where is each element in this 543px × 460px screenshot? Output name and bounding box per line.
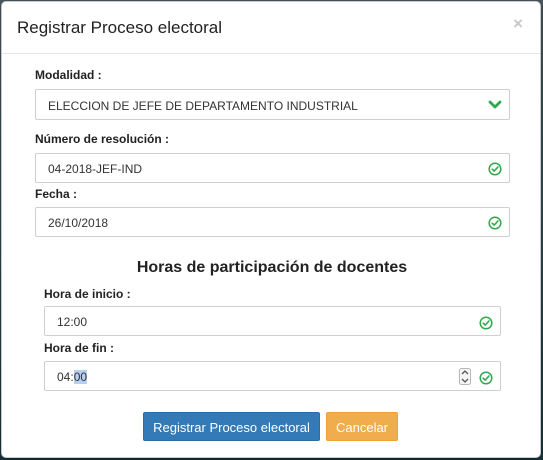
time-spinner-icon[interactable] [459, 368, 471, 385]
hora-inicio-input[interactable]: 12:00 [44, 306, 501, 336]
fecha-label: Fecha : [35, 187, 78, 201]
hora-fin-input[interactable]: 04:00 [44, 361, 501, 391]
register-process-button[interactable]: Registrar Proceso electoral [143, 412, 320, 441]
modalidad-label: Modalidad : [35, 68, 102, 82]
cancel-button[interactable]: Cancelar [326, 412, 398, 441]
fecha-value: 26/10/2018 [48, 216, 109, 230]
hora-fin-label: Hora de fin : [44, 341, 115, 355]
hora-inicio-value: 12:00 [57, 315, 88, 329]
hora-fin-minutes-selected: 00 [73, 370, 88, 384]
modal-header: Registrar Proceso electoral × [2, 2, 540, 54]
check-circle-icon [488, 216, 502, 230]
modalidad-select[interactable]: ELECCION DE JEFE DE DEPARTAMENTO INDUSTR… [35, 89, 510, 120]
modalidad-value: ELECCION DE JEFE DE DEPARTAMENTO INDUSTR… [48, 99, 358, 113]
resolucion-value: 04-2018-JEF-IND [48, 162, 143, 176]
check-circle-icon [479, 371, 493, 385]
check-circle-icon [488, 162, 502, 176]
register-process-modal: Registrar Proceso electoral × Modalidad … [1, 1, 541, 458]
resolucion-label: Número de resolución : [35, 132, 170, 146]
modal-title: Registrar Proceso electoral [17, 18, 223, 37]
chevron-down-icon [488, 100, 502, 109]
close-button[interactable]: × [513, 14, 523, 34]
check-circle-icon [479, 316, 493, 330]
section-title-horas: Horas de participación de docentes [136, 259, 408, 276]
fecha-input[interactable]: 26/10/2018 [35, 207, 510, 237]
hora-fin-value: 04:00 [57, 370, 88, 384]
resolucion-input[interactable]: 04-2018-JEF-IND [35, 153, 510, 183]
hora-inicio-label: Hora de inicio : [44, 287, 131, 301]
hora-fin-hours: 04: [57, 370, 74, 384]
